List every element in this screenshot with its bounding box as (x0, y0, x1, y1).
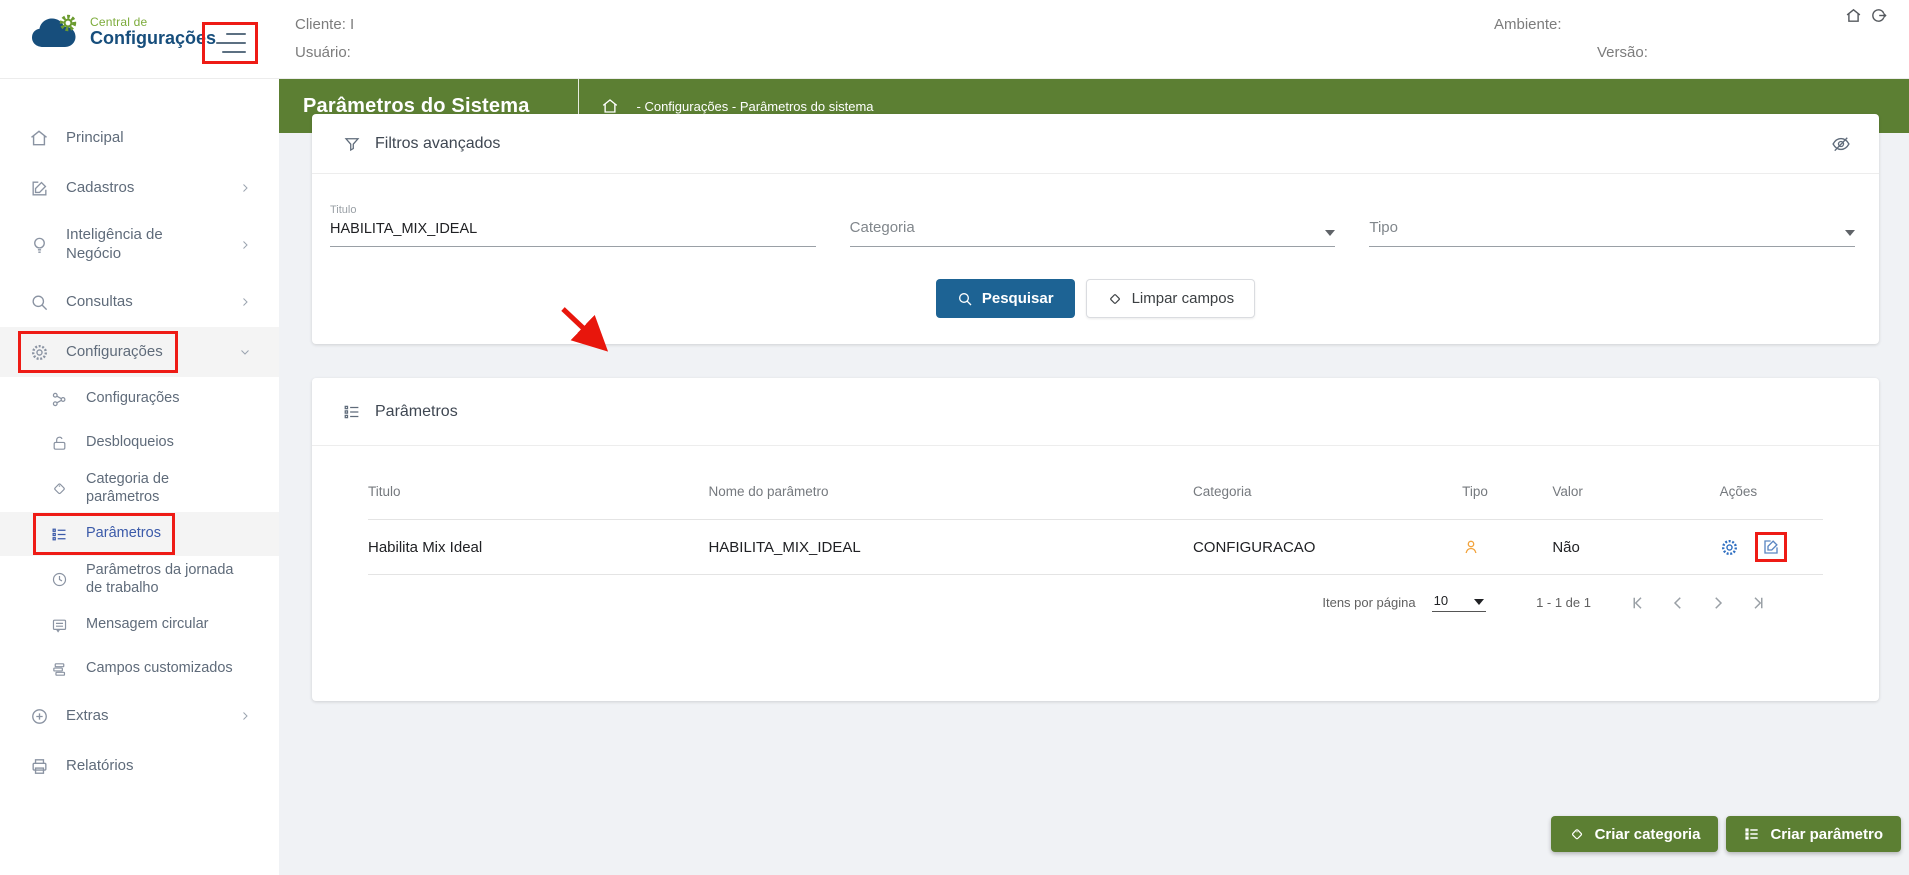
eye-off-icon[interactable] (1831, 134, 1851, 154)
cell-valor: Não (1552, 538, 1580, 556)
col-header-acoes: Ações (1719, 484, 1758, 499)
layers-icon (48, 661, 70, 678)
plus-circle-icon (28, 707, 50, 726)
col-header-titulo: Titulo (368, 484, 401, 499)
advanced-filters-card: Filtros avançados Titulo Categoria Tipo (312, 114, 1879, 344)
next-page-icon[interactable] (1709, 594, 1727, 612)
logo-line2: Configurações (90, 27, 217, 48)
categoria-placeholder: Categoria (849, 219, 915, 236)
chevron-right-icon (239, 710, 251, 722)
col-header-valor: Valor (1552, 484, 1583, 499)
app-logo: Central de Configurações (30, 14, 216, 50)
col-header-nome: Nome do parâmetro (708, 484, 829, 499)
gear-icon (28, 343, 50, 362)
sidebar-subitem-mensagem-circular[interactable]: Mensagem circular (0, 603, 279, 647)
cell-tipo (1462, 538, 1552, 556)
sidebar-subitem-configuracoes[interactable]: Configurações (0, 377, 279, 421)
home-icon (28, 128, 50, 148)
message-icon (48, 617, 70, 634)
last-page-icon[interactable] (1749, 594, 1767, 612)
first-page-icon[interactable] (1629, 594, 1647, 612)
dropdown-caret-icon (1325, 230, 1336, 236)
items-per-page-label: Itens por página (1322, 595, 1416, 610)
chevron-down-icon (239, 346, 251, 358)
sidebar-item-extras[interactable]: Extras (0, 691, 279, 741)
page-range-label: 1 - 1 de 1 (1536, 595, 1591, 610)
row-edit-icon[interactable] (1762, 538, 1780, 556)
table-header-row: Titulo Nome do parâmetro Categoria Tipo … (368, 464, 1823, 520)
logo-line1: Central de (90, 15, 148, 30)
sidebar-item-cadastros[interactable]: Cadastros (0, 163, 279, 213)
parameters-table: Titulo Nome do parâmetro Categoria Tipo … (312, 446, 1879, 612)
pagination: Itens por página 10 1 - 1 de 1 (368, 575, 1823, 612)
home-icon[interactable] (1845, 7, 1862, 24)
sidebar-subitem-parametros-jornada[interactable]: Parâmetros da jornada de trabalho (0, 556, 279, 603)
share-nodes-icon (48, 391, 70, 408)
categoria-select[interactable]: Categoria (849, 204, 1336, 247)
dropdown-caret-icon (1474, 599, 1485, 605)
dropdown-caret-icon (1845, 230, 1856, 236)
row-settings-icon[interactable] (1720, 538, 1739, 557)
topbar: Central de Configurações Cliente: I Usuá… (0, 0, 1909, 79)
chevron-right-icon (239, 296, 251, 308)
unlock-icon (48, 435, 70, 452)
logout-icon[interactable] (1870, 7, 1887, 24)
cell-categoria: CONFIGURACAO (1192, 538, 1316, 556)
client-label: Cliente: I (295, 16, 355, 33)
sidebar-item-inteligencia-de-negocio[interactable]: Inteligência de Negócio (0, 213, 279, 277)
cell-nome: HABILITA_MIX_IDEAL (708, 538, 861, 556)
user-label: Usuário: (295, 44, 351, 61)
hamburger-annotation-box (202, 22, 258, 64)
create-parameter-button[interactable]: Criar parâmetro (1726, 816, 1901, 852)
sidebar-item-consultas[interactable]: Consultas (0, 277, 279, 327)
clock-icon (48, 571, 70, 588)
previous-page-icon[interactable] (1669, 594, 1687, 612)
titulo-field[interactable]: Titulo (330, 204, 816, 247)
titulo-field-label: Titulo (330, 204, 357, 216)
parameters-title: Parâmetros (375, 402, 458, 420)
main-content: Parâmetros do Sistema - Configurações - … (279, 79, 1909, 875)
cell-acoes (1720, 532, 1823, 562)
printer-icon (28, 757, 50, 776)
environment-label: Ambiente: (1494, 16, 1562, 33)
search-button[interactable]: Pesquisar (935, 279, 1075, 318)
edit-annotation-box (1754, 532, 1787, 562)
parameters-card: Parâmetros Titulo Nome do parâmetro Cate… (312, 378, 1879, 701)
filters-title: Filtros avançados (375, 134, 501, 152)
search-icon (28, 293, 50, 312)
page-size-select[interactable]: 10 (1431, 593, 1487, 612)
filter-funnel-icon (343, 135, 361, 153)
breadcrumb-home-icon[interactable] (601, 97, 619, 115)
hamburger-menu-icon[interactable] (214, 32, 246, 54)
col-header-categoria: Categoria (1192, 484, 1252, 499)
lightbulb-icon (28, 236, 50, 255)
tag-icon (48, 480, 70, 497)
list-icon (343, 403, 361, 421)
sidebar-subitem-categoria-de-parametros[interactable]: Categoria de parâmetros (0, 465, 279, 512)
breadcrumb: - Configurações - Parâmetros do sistema (579, 97, 874, 115)
sidebar-item-configuracoes[interactable]: Configurações (0, 327, 279, 377)
person-icon (1462, 538, 1552, 556)
breadcrumb-text: - Configurações - Parâmetros do sistema (636, 98, 874, 114)
chevron-right-icon (239, 182, 251, 194)
edit-icon (28, 179, 50, 198)
cell-titulo: Habilita Mix Ideal (368, 538, 483, 556)
sidebar-subitem-campos-customizados[interactable]: Campos customizados (0, 647, 279, 691)
tipo-placeholder: Tipo (1369, 219, 1398, 236)
sidebar: Principal Cadastros Inteligência de Negó… (0, 79, 279, 875)
list-icon (48, 526, 70, 543)
sidebar-item-relatorios[interactable]: Relatórios (0, 741, 279, 791)
titulo-input[interactable] (330, 221, 816, 237)
sidebar-item-principal[interactable]: Principal (0, 113, 279, 163)
clear-fields-button[interactable]: Limpar campos (1085, 279, 1256, 318)
create-category-button[interactable]: Criar categoria (1550, 816, 1719, 852)
cloud-logo-icon (32, 14, 77, 47)
version-label: Versão: (1597, 44, 1648, 61)
chevron-right-icon (239, 239, 251, 251)
table-row: Habilita Mix Ideal HABILITA_MIX_IDEAL CO… (368, 520, 1823, 575)
sidebar-subitem-desbloqueios[interactable]: Desbloqueios (0, 421, 279, 465)
tipo-select[interactable]: Tipo (1369, 204, 1856, 247)
col-header-tipo: Tipo (1462, 484, 1488, 499)
sidebar-subitem-parametros[interactable]: Parâmetros (0, 512, 279, 556)
